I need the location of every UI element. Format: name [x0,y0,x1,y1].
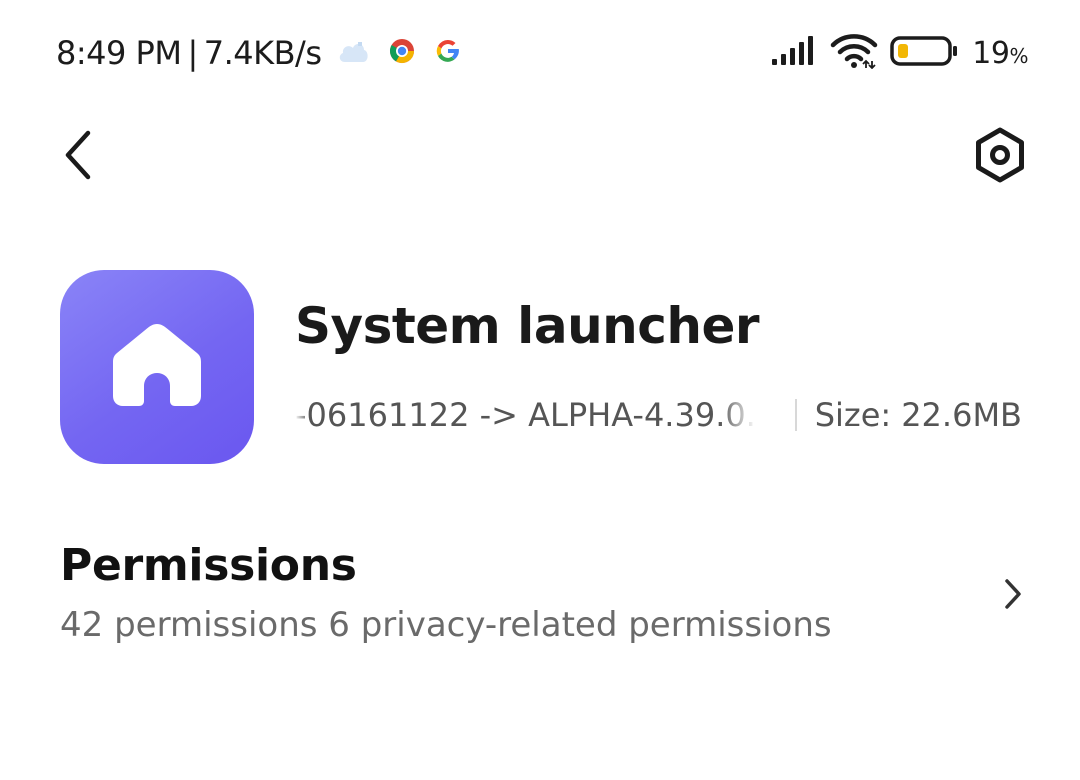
app-size-label: Size: [814,396,892,434]
app-meta: -06161122 -> ALPHA-4.39.0. Size: 22.6MB [295,392,1022,438]
settings-button[interactable] [968,125,1032,189]
app-size-group: Size: 22.6MB [785,396,1022,434]
app-version: -06161122 -> ALPHA-4.39.0. [295,396,756,434]
status-bar: 8:49 PM | 7.4KB/s 19% [56,28,1028,78]
app-name: System launcher [295,297,760,355]
cloud-icon [336,36,370,70]
nav-bar [48,125,1032,189]
battery-percent-sign: % [1009,43,1028,68]
chrome-icon [388,37,416,69]
status-right: 19% [770,33,1028,73]
app-size-value: 22.6MB [901,396,1022,434]
app-icon [60,270,254,464]
status-time: 8:49 PM [56,34,182,72]
notification-icons [336,36,462,70]
permissions-summary: 42 permissions 6 privacy-related permiss… [60,605,832,645]
meta-divider [794,399,797,431]
google-icon [434,37,462,69]
battery-percent: 19% [972,36,1028,71]
chevron-left-icon [60,129,96,185]
status-left: 8:49 PM | 7.4KB/s [56,34,462,72]
back-button[interactable] [48,125,108,189]
permissions-title: Permissions [60,540,357,591]
battery-percent-value: 19 [972,35,1010,71]
battery-icon [890,35,960,71]
permissions-row[interactable]: Permissions 42 permissions 6 privacy-rel… [60,530,1028,660]
wifi-icon [830,33,878,73]
chevron-right-icon [998,574,1028,614]
home-icon [109,320,205,414]
hexagon-settings-icon [971,126,1029,188]
signal-bars-icon [770,35,818,71]
network-speed: 7.4KB/s [203,34,322,72]
status-separator: | [187,34,198,72]
